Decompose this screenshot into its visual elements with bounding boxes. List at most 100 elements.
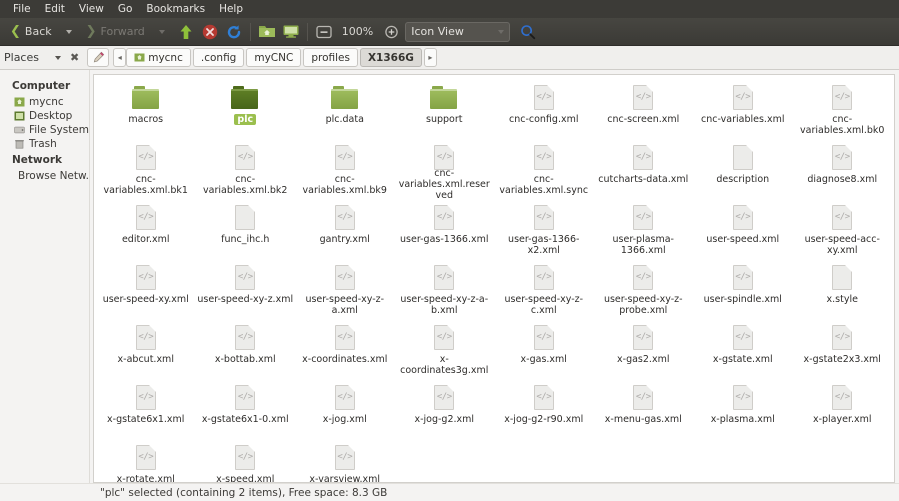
breadcrumb-item-profiles[interactable]: profiles [303,48,358,67]
file-item[interactable]: </>x-gstate6x1-0.xml [196,381,296,441]
file-item[interactable]: macros [96,81,196,141]
file-item-label: cnc-config.xml [509,114,579,125]
file-item[interactable]: </>cnc-variables.xml.bk2 [196,141,296,201]
file-item-label: user-speed-acc-xy.xml [794,234,890,256]
view-mode-select[interactable]: Icon View [405,22,510,42]
file-item[interactable]: x.style [793,261,893,321]
file-item[interactable]: </>user-speed-xy-z-c.xml [494,261,594,321]
file-item[interactable]: </>gantry.xml [295,201,395,261]
file-item[interactable]: </>cnc-screen.xml [594,81,694,141]
file-item[interactable]: </>x-speed.xml [196,441,296,483]
breadcrumb-scroll-left[interactable]: ◂ [113,48,126,67]
file-item[interactable]: </>cnc-variables.xml [693,81,793,141]
stop-button[interactable] [198,21,222,43]
file-item[interactable]: </>cnc-variables.xml.bk1 [96,141,196,201]
sidebar-item-browse-network[interactable]: Browse Netw... [0,169,89,183]
sidebar-group-computer-title: Computer [0,77,89,95]
file-item-label: editor.xml [122,234,170,245]
menu-item-bookmarks[interactable]: Bookmarks [139,1,212,18]
file-pane[interactable]: macrosplcplc.datasupport</>cnc-config.xm… [93,74,895,483]
file-item[interactable]: </>x-gas2.xml [594,321,694,381]
menu-item-edit[interactable]: Edit [38,1,72,18]
file-item[interactable]: </>editor.xml [96,201,196,261]
breadcrumb-item-x1366g[interactable]: X1366G [360,48,422,67]
file-item-label: user-speed.xml [706,234,779,245]
file-item[interactable]: </>user-plasma-1366.xml [594,201,694,261]
menu-item-view[interactable]: View [72,1,111,18]
chevron-down-icon [159,30,165,34]
file-item[interactable]: description [693,141,793,201]
file-item[interactable]: </>user-speed.xml [693,201,793,261]
file-item[interactable]: </>cnc-variables.xml.sync [494,141,594,201]
file-item-label: x-coordinates.xml [302,354,387,365]
file-item[interactable]: </>x-gas.xml [494,321,594,381]
file-item[interactable]: </>user-gas-1366.xml [395,201,495,261]
file-item-label: x-gstate6x1-0.xml [202,414,289,425]
file-item[interactable]: </>x-coordinates3g.xml [395,321,495,381]
file-item[interactable]: </>user-gas-1366-x2.xml [494,201,594,261]
breadcrumb-item-mycnc-dir[interactable]: myCNC [246,48,301,67]
computer-button[interactable] [279,21,303,43]
file-item[interactable]: </>user-speed-xy-z-a.xml [295,261,395,321]
file-item[interactable]: </>x-rotate.xml [96,441,196,483]
sidebar-item-desktop[interactable]: Desktop [0,109,89,123]
file-item[interactable]: </>x-jog-g2-r90.xml [494,381,594,441]
file-item[interactable]: </>cnc-variables.xml.reserved [395,141,495,201]
file-item[interactable]: </>x-gstate2x3.xml [793,321,893,381]
file-item[interactable]: </>cnc-variables.xml.bk0 [793,81,893,141]
xml-file-icon: </> [629,205,657,231]
chevron-down-icon[interactable] [55,56,61,60]
sidebar-item-trash[interactable]: Trash [0,137,89,151]
sidebar-item-file-system[interactable]: File System [0,123,89,137]
file-item[interactable]: </>user-speed-xy-z-a-b.xml [395,261,495,321]
xml-file-icon: </> [530,145,558,171]
file-item[interactable]: </>x-varsview.xml [295,441,395,483]
file-item[interactable]: </>x-jog.xml [295,381,395,441]
sidebar-item-mycnc[interactable]: mycnc [0,95,89,109]
file-item[interactable]: support [395,81,495,141]
file-item[interactable]: </>user-speed-xy-z.xml [196,261,296,321]
file-item[interactable]: </>x-coordinates.xml [295,321,395,381]
breadcrumb-item-config[interactable]: .config [193,48,244,67]
xml-file-icon: </> [828,385,856,411]
breadcrumb-scroll-right[interactable]: ▸ [424,48,437,67]
up-button[interactable] [174,21,198,43]
file-item[interactable]: </>cutcharts-data.xml [594,141,694,201]
file-item[interactable]: </>cnc-config.xml [494,81,594,141]
file-item[interactable]: plc.data [295,81,395,141]
file-item[interactable]: </>user-spindle.xml [693,261,793,321]
file-item[interactable]: </>x-plasma.xml [693,381,793,441]
file-item[interactable]: </>user-speed-xy-z-probe.xml [594,261,694,321]
menu-item-go[interactable]: Go [111,1,140,18]
file-item[interactable]: </>x-gstate6x1.xml [96,381,196,441]
forward-history-dropdown[interactable] [150,21,174,43]
xml-file-icon: </> [331,205,359,231]
file-item[interactable]: </>diagnose8.xml [793,141,893,201]
zoom-in-button[interactable] [379,21,403,43]
back-history-dropdown[interactable] [57,21,81,43]
menu-item-file[interactable]: File [6,1,38,18]
edit-location-button[interactable] [87,48,109,67]
search-icon [520,24,536,40]
file-item[interactable]: </>x-abcut.xml [96,321,196,381]
search-button[interactable] [516,21,540,43]
zoom-out-button[interactable] [312,21,336,43]
file-item[interactable]: func_ihc.h [196,201,296,261]
back-button[interactable]: ❮ Back [5,21,57,43]
reload-button[interactable] [222,21,246,43]
menu-item-help[interactable]: Help [212,1,250,18]
file-item[interactable]: </>user-speed-acc-xy.xml [793,201,893,261]
file-item[interactable]: </>x-player.xml [793,381,893,441]
file-item[interactable]: </>x-jog-g2.xml [395,381,495,441]
file-item[interactable]: </>x-gstate.xml [693,321,793,381]
breadcrumb-item-mycnc[interactable]: mycnc [126,48,191,67]
file-item[interactable]: </>x-menu-gas.xml [594,381,694,441]
file-item[interactable]: </>user-speed-xy.xml [96,261,196,321]
home-folder-button[interactable] [255,21,279,43]
home-icon [134,53,145,62]
forward-button[interactable]: ❯ Forward [81,21,150,43]
file-item[interactable]: </>cnc-variables.xml.bk9 [295,141,395,201]
file-item[interactable]: </>x-bottab.xml [196,321,296,381]
close-sidebar-button[interactable]: ✖ [70,51,79,64]
file-item[interactable]: plc [196,81,296,141]
